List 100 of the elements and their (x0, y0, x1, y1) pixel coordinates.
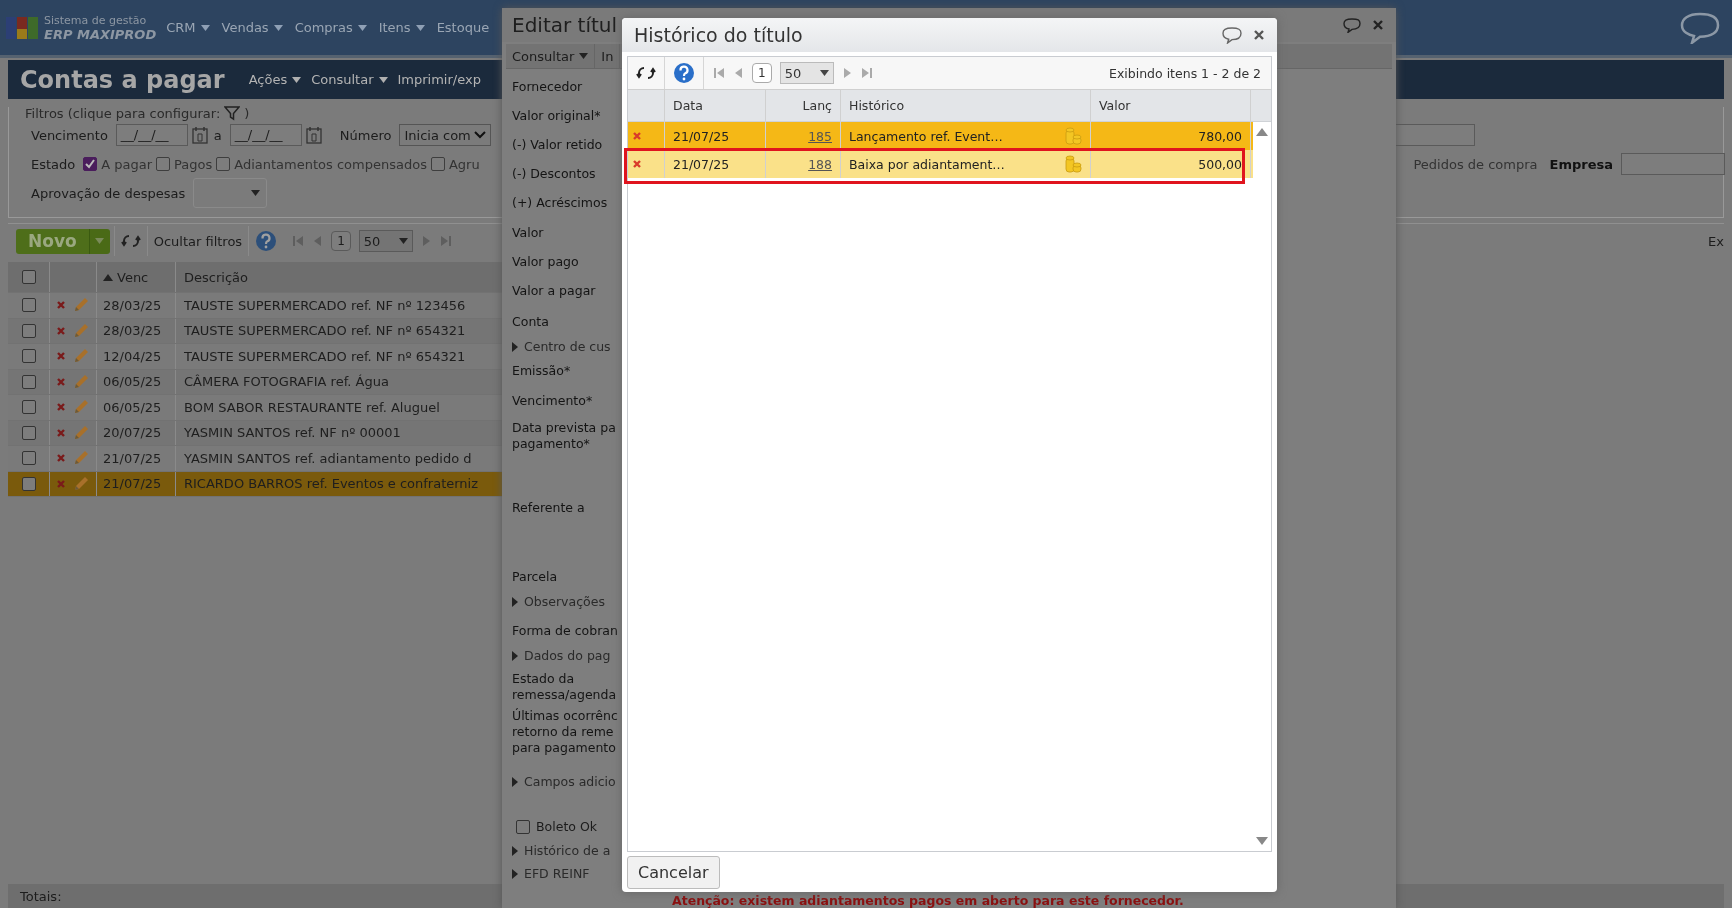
entry-link[interactable]: 185 (808, 128, 832, 144)
number-mode-select[interactable]: Inicia com (399, 124, 492, 146)
menu-item[interactable]: CRM (166, 20, 210, 35)
table-cell: 28/03/25 (97, 318, 176, 343)
caret-icon (95, 238, 105, 244)
section-toggle[interactable]: Campos adicio (512, 774, 616, 789)
table-row[interactable]: 28/03/25 TAUSTE SUPERMERCADO ref. NF nº 654321 (8, 318, 502, 344)
hide-filters-button[interactable]: Ocultar filtros (146, 226, 249, 256)
section-toggle[interactable]: Centro de cus (512, 339, 611, 354)
table-row[interactable]: 28/03/25 TAUSTE SUPERMERCADO ref. NF nº 123456 (8, 293, 502, 319)
calendar-icon (305, 126, 322, 144)
section-toggle[interactable]: Dados do pag (512, 648, 611, 663)
table-row[interactable]: 12/04/25 TAUSTE SUPERMERCADO ref. NF nº 654321 (8, 344, 502, 370)
calendar-icon (191, 126, 208, 144)
table-row[interactable]: 21/07/25 YASMIN SANTOS ref. adiantamento pedido d (8, 446, 502, 472)
first-page-icon (293, 235, 306, 247)
pencil-icon (72, 474, 90, 493)
field-label: Referente a (512, 500, 585, 516)
menu-item[interactable]: Imprimir/exp (397, 72, 481, 87)
date-field[interactable]: __/__/__ (229, 124, 302, 146)
column-header[interactable]: Histórico (841, 90, 1091, 121)
menu-item[interactable]: Itens (378, 20, 425, 35)
checkbox[interactable] (83, 157, 98, 171)
checkbox[interactable] (216, 157, 231, 171)
menu-item[interactable]: Compras (294, 20, 367, 35)
page-size-select[interactable]: 50 (358, 230, 413, 252)
table-row[interactable]: 06/05/25 BOM SABOR RESTAURANTE ref. Aluguel (8, 395, 502, 421)
caret-icon (251, 190, 261, 196)
close-icon (1253, 29, 1265, 41)
refresh-icon (120, 233, 141, 249)
dialog-title: Histórico do título (634, 24, 803, 46)
field-label: Parcela (512, 569, 558, 585)
menu-item[interactable]: Ações (248, 72, 302, 87)
table-cell-text: RICARDO BARROS ref. Eventos e confraterniz (183, 475, 480, 494)
column-header[interactable]: Valor (1091, 90, 1251, 121)
page-number-field[interactable]: 1 (331, 231, 351, 251)
table-cell: 06/05/25 (97, 395, 176, 420)
table-row[interactable]: 21/07/25 185 Lançamento ref. Event… 780,00 (628, 122, 1253, 150)
filter-legend[interactable]: Filtros (clique para configurar: (25, 105, 221, 121)
pencil-icon (72, 423, 90, 442)
date-field[interactable]: __/__/__ (115, 124, 188, 146)
checkbox-label: Boleto Ok (536, 819, 597, 834)
chat-button[interactable] (1219, 24, 1245, 46)
cancel-button[interactable]: Cancelar (627, 855, 720, 889)
page-size-select[interactable]: 50 (779, 62, 834, 84)
menu-item[interactable]: Consultar (311, 72, 388, 87)
menu-item[interactable]: Vendas (221, 20, 283, 35)
menu-item[interactable]: In (595, 44, 621, 68)
field-label: (-) Valor retido (512, 137, 603, 153)
entry-link[interactable]: 188 (808, 156, 832, 172)
field-label: Valor (512, 225, 544, 241)
table-cell-text: CÂMERA FOTOGRAFIA ref. Água (183, 373, 390, 392)
column-header[interactable]: Data (665, 90, 766, 121)
checkbox[interactable] (21, 349, 36, 364)
scroll-down-icon (1256, 837, 1268, 845)
field-label: Valor pago (512, 254, 579, 270)
chat-icon (1221, 26, 1243, 44)
dropdown-button[interactable] (88, 228, 110, 254)
field-label: Empresa (1549, 156, 1613, 172)
page-title: Contas a pagar (20, 65, 225, 94)
checkbox[interactable] (21, 270, 36, 284)
checkbox[interactable] (21, 323, 36, 338)
checkbox[interactable] (156, 157, 171, 171)
pencil-icon (72, 372, 90, 391)
table-row[interactable]: 21/07/25 RICARDO BARROS ref. Eventos e confraterniz (8, 471, 502, 497)
expand-arrow-icon (512, 776, 518, 787)
section-toggle[interactable]: Observações (512, 594, 605, 609)
menu-item[interactable]: Estoque (436, 20, 490, 35)
table-row[interactable]: 20/07/25 YASMIN SANTOS ref. NF nº 00001 (8, 420, 502, 446)
field-label: Emissão* (512, 363, 571, 379)
checkbox[interactable] (21, 298, 36, 313)
checkbox[interactable] (21, 451, 36, 466)
section-toggle[interactable]: Histórico de a (512, 843, 611, 858)
field-label: (-) Descontos (512, 166, 596, 182)
checkbox[interactable] (21, 425, 36, 440)
column-header[interactable]: Lanç (766, 90, 841, 121)
input-field[interactable] (1621, 153, 1725, 175)
next-page-icon (420, 235, 431, 247)
checkbox[interactable] (21, 400, 36, 415)
menu-item[interactable]: Consultar (506, 44, 596, 68)
table-cell: 12/04/25 (97, 344, 176, 369)
field-label: Forma de cobran (512, 623, 618, 639)
table-row[interactable]: 21/07/25 188 Baixa por adiantament… 500,00 (628, 150, 1253, 178)
page-number-field[interactable]: 1 (752, 63, 772, 83)
new-button[interactable]: Novo (16, 228, 89, 254)
help-icon (673, 62, 695, 84)
checkbox[interactable] (21, 476, 36, 491)
input-field[interactable] (1395, 124, 1475, 146)
column-header[interactable]: Venc (97, 262, 176, 292)
table-row[interactable]: 06/05/25 CÂMERA FOTOGRAFIA ref. Água (8, 369, 502, 395)
delete-icon (56, 427, 66, 438)
checkbox[interactable] (516, 819, 530, 834)
table-cell-text: BOM SABOR RESTAURANTE ref. Aluguel (183, 398, 441, 417)
column-header[interactable]: Descrição (176, 262, 502, 292)
section-toggle[interactable]: EFD REINF (512, 866, 590, 881)
checkbox[interactable] (21, 374, 36, 389)
checkbox[interactable] (430, 157, 445, 171)
logo-icon (6, 14, 40, 41)
field-label: Número (339, 127, 392, 143)
field-label: Valor original* (512, 108, 601, 124)
